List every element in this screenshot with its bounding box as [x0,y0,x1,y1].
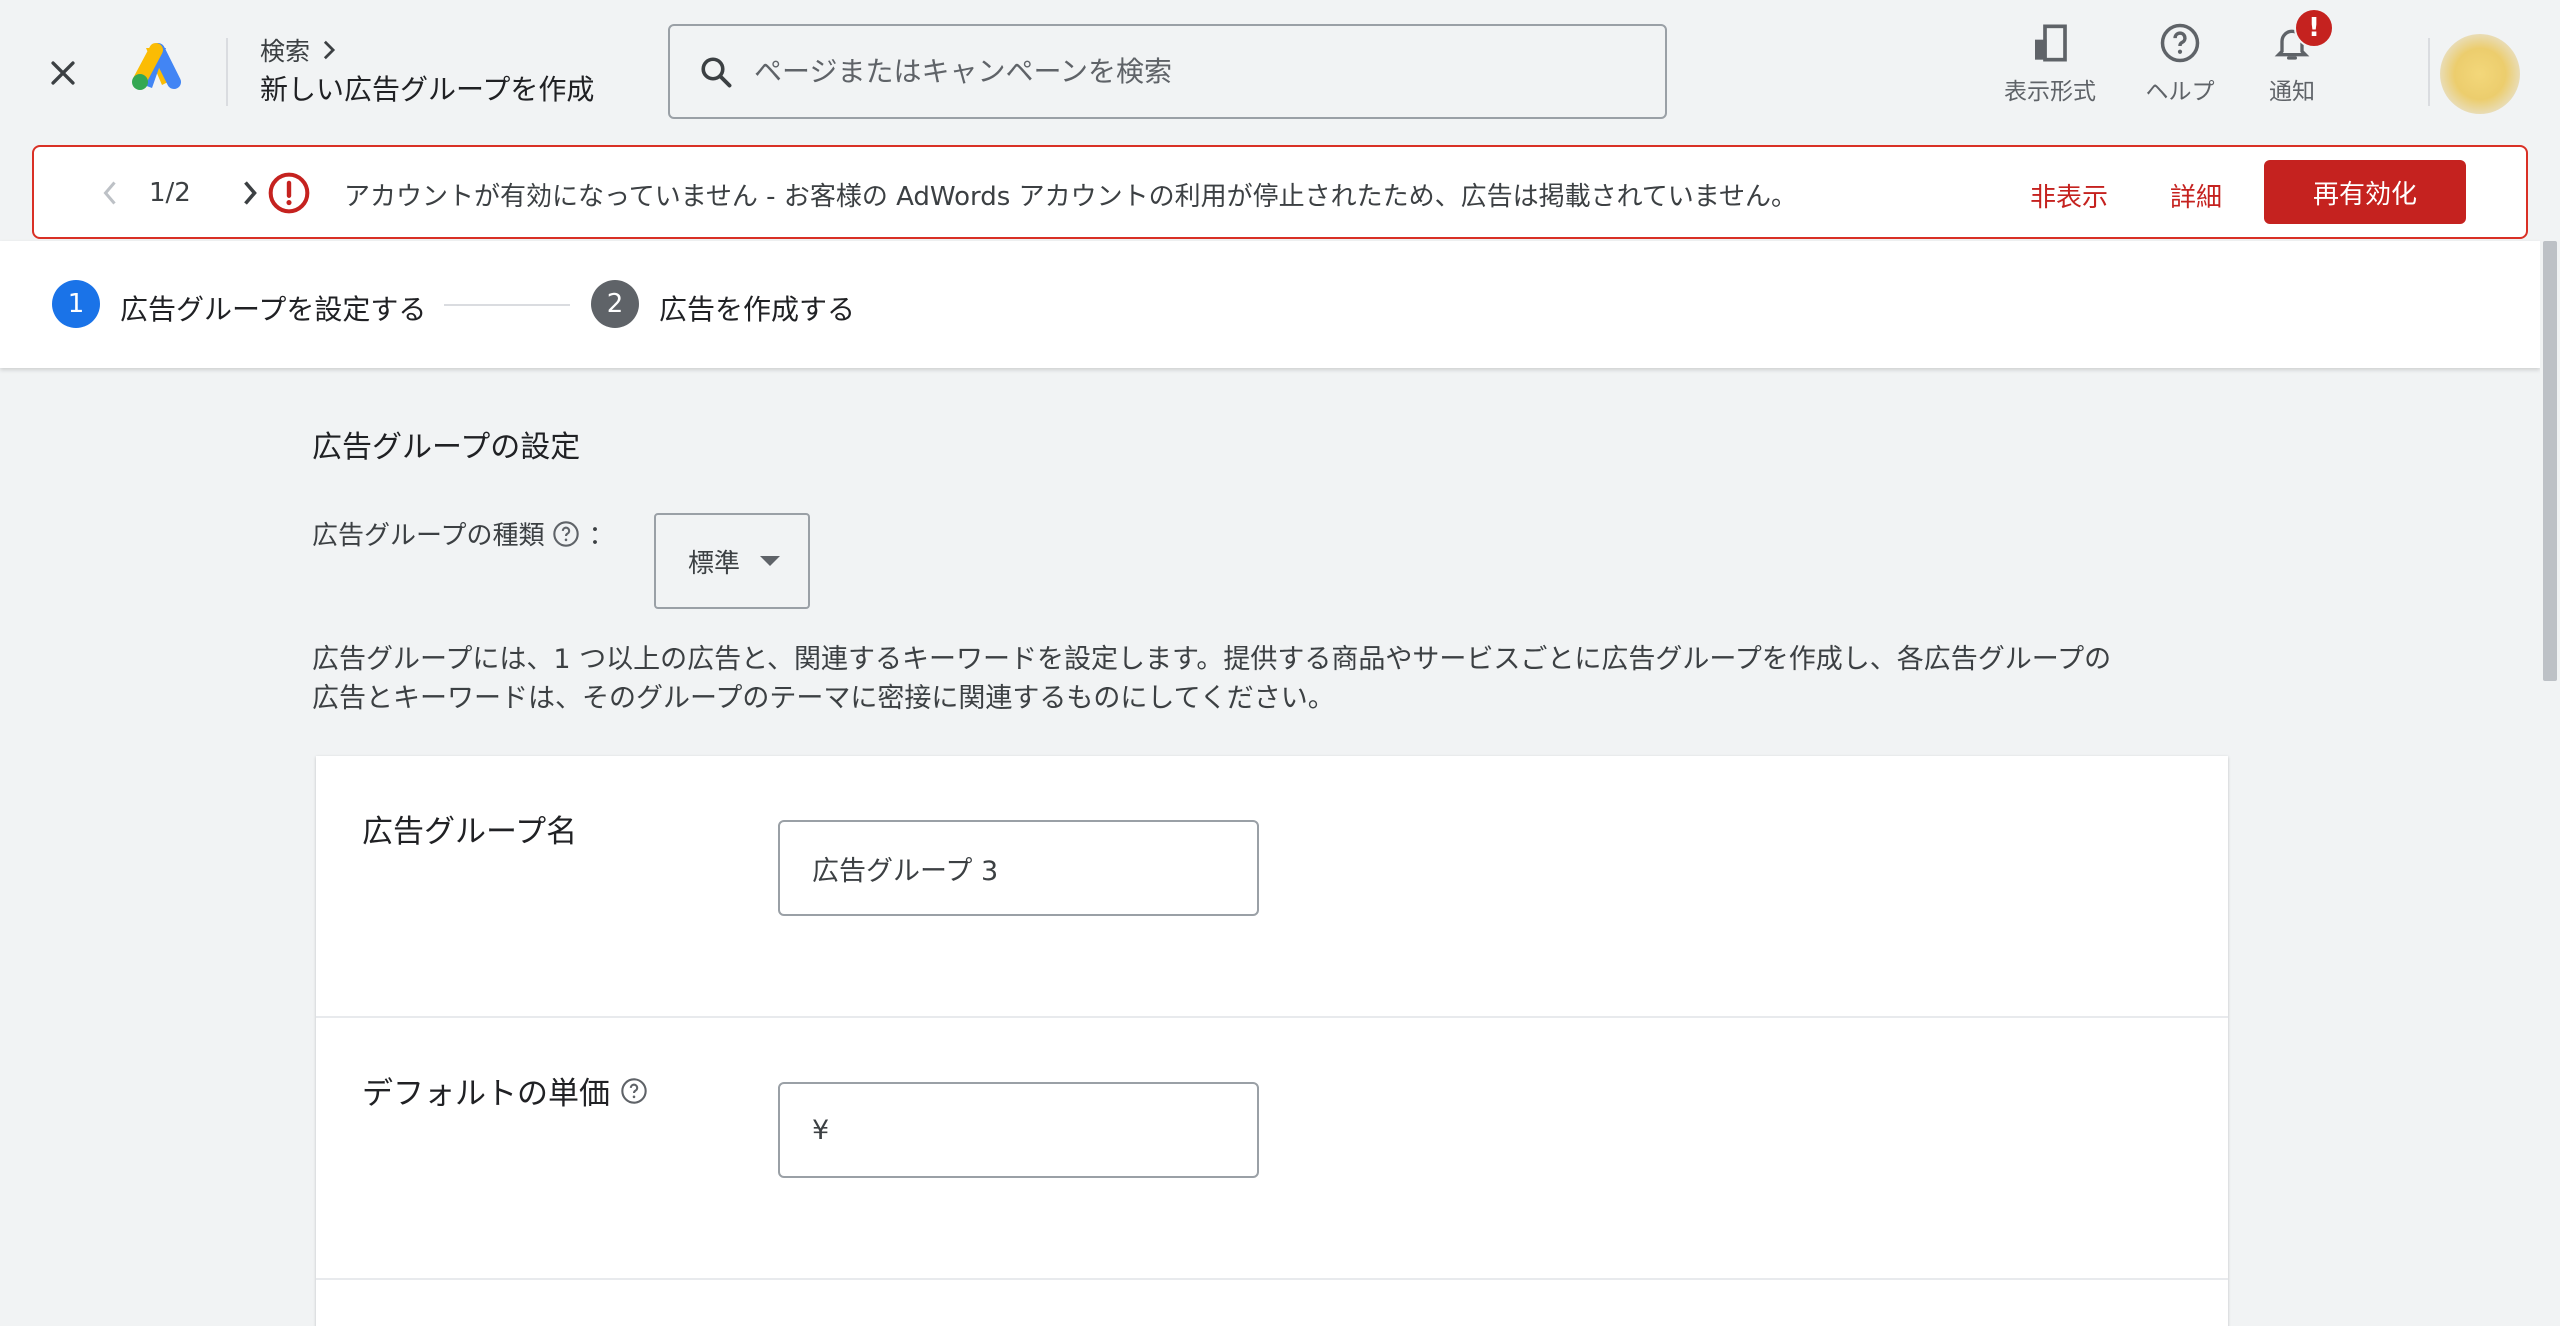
help-icon[interactable] [552,520,580,548]
ad-group-name-row: 広告グループ名 [316,756,2228,1018]
step-1-number[interactable]: 1 [52,280,100,328]
breadcrumb-campaign-type[interactable]: 検索 [260,32,310,68]
ad-group-form-card: 広告グループ名 デフォルトの単価 ¥ [316,756,2228,1326]
alert-pager: 1/2 [149,178,191,208]
appearance-icon [2027,20,2073,66]
ad-group-description: 広告グループには、1 つ以上の広告と、関連するキーワードを設定します。提供する商… [312,640,2312,718]
ad-group-type-select[interactable]: 標準 [654,513,810,609]
default-bid-text: デフォルトの単価 [362,1076,610,1112]
help-icon [2157,20,2203,66]
page-title: 新しい広告グループを作成 [260,73,595,106]
stepper: 1 広告グループを設定する 2 広告を作成する [0,241,2540,368]
notifications-label: 通知 [2269,79,2315,105]
top-app-bar: 検索 新しい広告グループを作成 表示形式 ヘルプ 通知 ! [0,0,2560,145]
chevron-right-icon[interactable] [230,173,270,213]
search-icon [701,56,732,87]
reactivate-button[interactable]: 再有効化 [2264,160,2466,224]
section-title: 広告グループの設定 [312,430,581,465]
search-input[interactable] [754,55,1634,88]
alert-message: アカウントが有効になっていません - お客様の AdWords アカウントの利用… [344,182,1798,212]
dropdown-arrow-icon [760,556,781,566]
account-alert-banner: 1/2 アカウントが有効になっていません - お客様の AdWords アカウン… [32,145,2528,239]
dismiss-link[interactable]: 非表示 [2030,177,2108,214]
chevron-left-icon[interactable] [90,173,130,213]
header-divider-right [2428,38,2430,106]
default-bid-field[interactable]: ¥ [778,1082,1259,1178]
notification-badge: ! [2294,8,2334,48]
step-2-label[interactable]: 広告を作成する [659,288,855,328]
close-icon[interactable] [38,48,88,98]
ad-group-type-label: 広告グループの種類 ： [312,515,614,552]
step-connector [444,304,570,306]
step-1-label[interactable]: 広告グループを設定する [120,288,426,328]
ad-group-type-value: 標準 [688,548,741,579]
header-divider [226,38,228,106]
chevron-right-icon [323,40,336,60]
step-2-number[interactable]: 2 [591,280,639,328]
appearance-button[interactable]: 表示形式 [2000,20,2100,106]
avatar[interactable] [2440,34,2520,114]
breadcrumb[interactable]: 検索 [260,32,338,68]
error-icon [267,171,311,215]
help-button[interactable]: ヘルプ [2130,20,2230,106]
ad-group-name-field[interactable] [778,820,1259,916]
ad-group-type-colon: ： [588,521,615,551]
default-bid-label: デフォルトの単価 [362,1068,648,1113]
description-line-1: 広告グループには、1 つ以上の広告と、関連するキーワードを設定します。提供する商… [312,644,2112,675]
scrollbar-thumb[interactable] [2543,241,2557,681]
ad-group-name-input[interactable] [812,852,1232,884]
ad-group-name-label: 広告グループ名 [362,814,578,850]
description-line-2: 広告とキーワードは、そのグループのテーマに密接に関連するものにしてください。 [312,683,1335,714]
help-icon[interactable] [620,1077,648,1105]
google-ads-logo[interactable] [128,42,182,96]
details-link[interactable]: 詳細 [2170,177,2222,214]
help-label: ヘルプ [2145,79,2215,105]
search-box[interactable] [668,24,1667,119]
default-bid-input[interactable] [837,1114,1257,1146]
appearance-label: 表示形式 [2004,79,2096,105]
default-bid-row: デフォルトの単価 ¥ [316,1018,2228,1280]
ad-group-type-text: 広告グループの種類 [312,521,545,551]
currency-symbol: ¥ [812,1114,830,1146]
